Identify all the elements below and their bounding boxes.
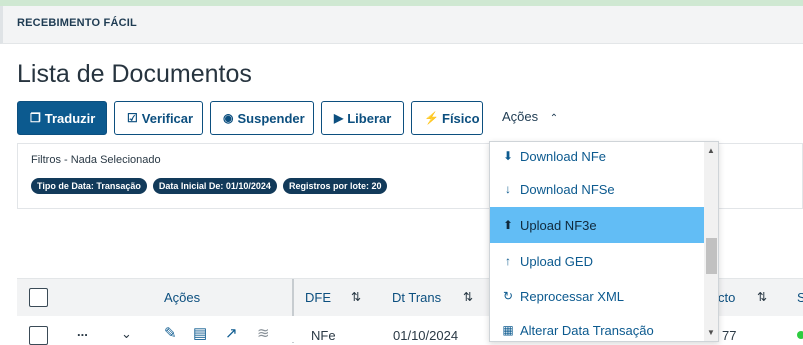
menu-item-alterar-data[interactable]: ▦ Alterar Data Transação xyxy=(490,312,704,341)
liberar-button[interactable]: ▶ Liberar xyxy=(321,101,404,135)
sort-dfe-icon[interactable]: ⇅ xyxy=(351,290,361,304)
filter-chip-data-inicial[interactable]: Data Inicial De: 01/10/2024 xyxy=(152,178,277,194)
acoes-dropdown: ⬇ Download NFe ↓ Download NFSe ⬆ Upload … xyxy=(489,141,719,342)
sort-partial-icon[interactable]: ⇅ xyxy=(757,290,767,304)
filter-chip-registros[interactable]: Registros por lote: 20 xyxy=(282,178,388,194)
verificar-label: Verificar xyxy=(141,110,194,126)
column-partial[interactable]: cto xyxy=(718,290,735,305)
column-dt-trans[interactable]: Dt Trans xyxy=(392,290,441,305)
scroll-up-icon[interactable]: ▲ xyxy=(707,146,715,155)
page-title: Lista de Documentos xyxy=(17,60,252,88)
external-link-icon[interactable]: ↗ xyxy=(225,324,238,342)
filter-chips: Tipo de Data: Transação Data Inicial De:… xyxy=(31,178,388,194)
refresh-icon: ↻ xyxy=(502,289,514,303)
menu-item-reprocessar-xml[interactable]: ↻ Reprocessar XML xyxy=(490,278,704,314)
app-title: RECEBIMENTO FÁCIL xyxy=(17,17,137,29)
toolbar: ❐ Traduzir ☑ Verificar ◉ Suspender ▶ Lib… xyxy=(17,101,483,135)
scrollbar-thumb[interactable] xyxy=(706,238,717,274)
file-download-icon: ⬇ xyxy=(502,149,514,163)
scroll-down-icon[interactable]: ▼ xyxy=(707,328,715,337)
menu-item-download-nfse[interactable]: ↓ Download NFSe xyxy=(490,171,704,207)
acoes-label: Ações xyxy=(502,109,539,124)
fisico-button[interactable]: ⚡ Físico xyxy=(411,101,483,135)
status-dot xyxy=(797,331,803,339)
suspender-button[interactable]: ◉ Suspender xyxy=(210,101,314,135)
menu-item-label: Upload NF3e xyxy=(520,217,597,233)
menu-item-label: Download NFSe xyxy=(520,181,615,197)
row-more-button[interactable]: ... xyxy=(77,324,88,339)
menu-item-label: Alterar Data Transação xyxy=(520,322,654,338)
dropdown-scrollbar[interactable]: ▲ ▼ xyxy=(704,142,718,341)
fisico-label: Físico xyxy=(442,110,480,126)
chevron-up-icon: ⌃ xyxy=(549,113,559,124)
row-dfe: NFe xyxy=(311,328,336,343)
check-square-icon: ☑ xyxy=(127,111,138,125)
play-circle-icon: ▶ xyxy=(334,111,344,125)
file-upload-icon: ⬆ xyxy=(502,218,514,232)
suspender-label: Suspender xyxy=(237,110,305,126)
row-dt-trans: 01/10/2024 xyxy=(393,328,459,343)
menu-item-download-nfe[interactable]: ⬇ Download NFe xyxy=(490,142,704,174)
column-acoes: Ações xyxy=(164,290,201,305)
menu-item-upload-ged[interactable]: ↑ Upload GED xyxy=(490,243,704,279)
filter-chip-tipo-data[interactable]: Tipo de Data: Transação xyxy=(31,178,147,194)
column-status[interactable]: S xyxy=(797,290,803,305)
menu-item-label: Upload GED xyxy=(520,253,593,269)
arrow-down-icon: ↓ xyxy=(505,182,511,196)
calendar-icon: ▦ xyxy=(502,323,514,337)
menu-item-label: Reprocessar XML xyxy=(520,288,625,304)
pdf-icon[interactable]: ▤ xyxy=(193,324,207,342)
select-all-checkbox[interactable] xyxy=(29,288,48,307)
menu-item-upload-nf3e[interactable]: ⬆ Upload NF3e xyxy=(490,207,704,243)
row-checkbox[interactable] xyxy=(29,326,48,345)
layers-icon[interactable]: ≋ xyxy=(257,324,270,342)
column-dfe[interactable]: DFE xyxy=(305,290,331,305)
sort-dt-trans-icon[interactable]: ⇅ xyxy=(463,290,473,304)
menu-item-label: Download NFe xyxy=(520,148,606,164)
acoes-menu-toggle[interactable]: Ações ⌃ xyxy=(502,109,558,124)
copy-icon: ❐ xyxy=(30,111,41,125)
bolt-icon: ⚡ xyxy=(424,111,439,125)
traduzir-label: Traduzir xyxy=(44,110,96,126)
verificar-button[interactable]: ☑ Verificar xyxy=(114,101,203,135)
stop-circle-icon: ◉ xyxy=(223,111,234,125)
traduzir-button[interactable]: ❐ Traduzir xyxy=(17,101,107,135)
row-partial-value: 77 xyxy=(722,328,737,343)
arrow-up-icon: ↑ xyxy=(505,254,511,268)
filter-title: Filtros - Nada Selecionado xyxy=(31,154,161,166)
liberar-label: Liberar xyxy=(347,110,392,126)
edit-icon[interactable]: ✎ xyxy=(164,324,177,342)
chevron-down-icon[interactable]: ⌄ xyxy=(121,326,132,342)
app-header: RECEBIMENTO FÁCIL xyxy=(0,6,803,44)
